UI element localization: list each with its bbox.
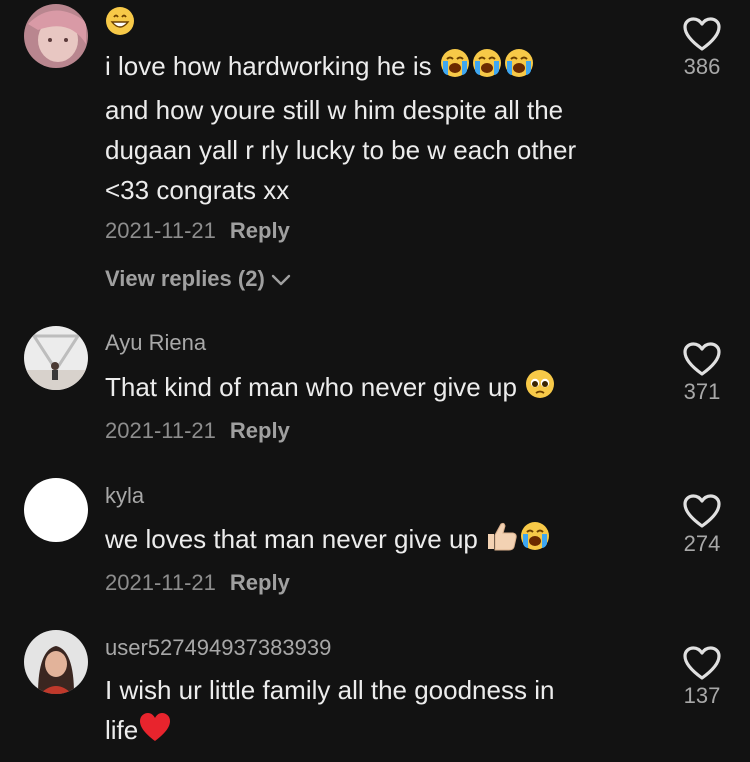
like-button[interactable]: 274 [672,493,732,557]
chevron-down-icon [271,267,291,293]
reply-button[interactable]: Reply [230,218,290,243]
avatar[interactable] [24,326,88,390]
comment-date: 2021-11-21 [105,218,216,243]
avatar[interactable] [24,4,88,68]
comment-text: we loves that man never give up [105,519,665,563]
comment-username[interactable]: kyla [105,483,144,509]
comment-text: I wish ur little family all the goodness… [105,670,665,754]
comment-date: 2021-11-21 [105,570,216,595]
reply-button[interactable]: Reply [230,570,290,595]
comment-meta: 2021-11-21 Reply [105,218,290,244]
like-count: 386 [683,54,721,79]
pleading-face-emoji [524,368,556,411]
comment-meta: 2021-11-21 Reply [105,570,290,596]
reply-button[interactable]: Reply [230,418,290,443]
crying-emoji [439,47,471,90]
grin-emoji [105,6,135,41]
like-count: 371 [683,379,721,404]
crying-emoji [519,520,551,563]
comment-text: That kind of man who never give up [105,367,665,411]
comment-date: 2021-11-21 [105,418,216,443]
comment-text: i love how hardworking he is and how you… [105,46,665,210]
view-replies-button[interactable]: View replies (2) [105,266,291,293]
crying-emoji [471,47,503,90]
like-button[interactable]: 371 [672,341,732,405]
comment-meta: 2021-11-21 Reply [105,418,290,444]
comment-username[interactable]: Ayu Riena [105,330,206,356]
heart-outline-icon [672,493,732,529]
heart-outline-icon [672,16,732,52]
like-button[interactable]: 386 [672,16,732,80]
like-button[interactable]: 137 [672,645,732,709]
like-count: 137 [683,683,721,708]
view-replies-label: View replies (2) [105,266,265,291]
heart-outline-icon [672,341,732,377]
thumbs-up-emoji [485,520,519,563]
avatar[interactable] [24,630,88,694]
avatar[interactable] [24,478,88,542]
red-heart-emoji [138,711,172,754]
comment-username[interactable]: user527494937383939 [105,635,331,661]
heart-outline-icon [672,645,732,681]
crying-emoji [503,47,535,90]
like-count: 274 [683,531,721,556]
